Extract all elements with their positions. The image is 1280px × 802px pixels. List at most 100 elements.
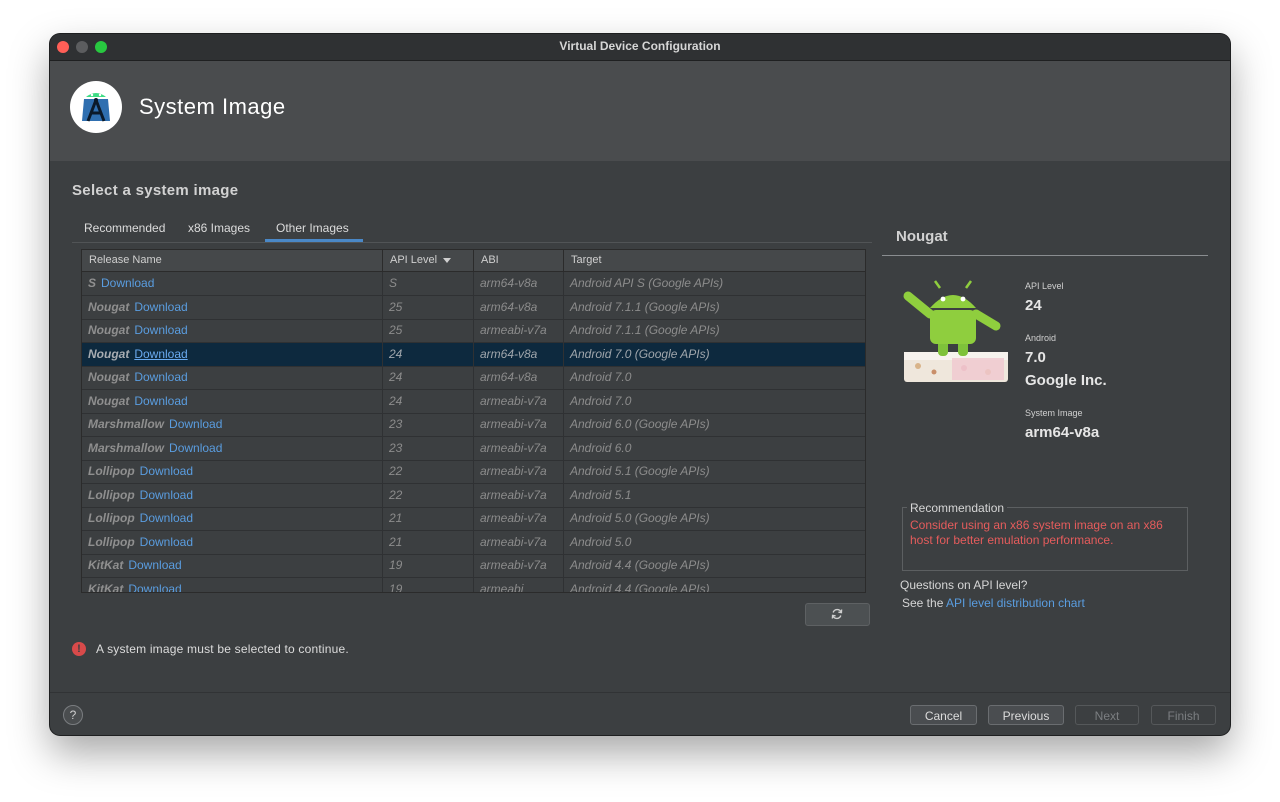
detail-divider xyxy=(882,255,1208,256)
target-cell: Android 5.0 xyxy=(570,534,632,549)
system-image-label: System Image xyxy=(1025,408,1083,418)
tab-recommended[interactable]: Recommended xyxy=(84,221,165,235)
table-row[interactable]: Nougat Download 24 arm64-v8a Android 7.0 xyxy=(82,366,865,390)
release-name-cell: Lollipop Download xyxy=(82,460,383,483)
finish-button[interactable]: Finish xyxy=(1151,705,1216,725)
abi-cell: armeabi-v7a xyxy=(474,507,564,530)
api-level-cell: S xyxy=(383,272,474,295)
download-link[interactable]: Download xyxy=(134,323,187,337)
table-row[interactable]: Nougat Download 25 armeabi-v7a Android 7.1.1… xyxy=(82,319,865,343)
release-name-cell: Lollipop Download xyxy=(82,483,383,507)
download-link[interactable]: Download xyxy=(101,276,154,290)
help-button[interactable]: ? xyxy=(63,705,83,725)
refresh-icon xyxy=(831,608,843,620)
table-row[interactable]: Nougat Download 25 arm64-v8a Android 7.1.1 (… xyxy=(82,295,865,320)
table-row[interactable]: Nougat Download 24 arm64-v8a Android 7.0 (Go… xyxy=(82,342,865,367)
release-name: Lollipop xyxy=(88,464,135,478)
error-message: A system image must be selected to conti… xyxy=(96,642,349,656)
api-level-cell: 25 xyxy=(383,295,474,319)
recommendation-title: Recommendation xyxy=(907,501,1008,515)
download-link[interactable]: Download xyxy=(140,535,193,549)
download-link[interactable]: Download xyxy=(134,347,187,361)
cancel-button[interactable]: Cancel xyxy=(910,705,977,725)
column-target[interactable]: Target xyxy=(564,250,865,271)
table-row[interactable]: Marshmallow Download 23 armeabi-v7a Android … xyxy=(82,436,865,461)
release-name-cell: KitKat Download xyxy=(82,554,383,577)
abi-cell: armeabi-v7a xyxy=(474,413,564,436)
api-level-cell: 22 xyxy=(383,483,474,507)
release-name: S xyxy=(88,276,97,290)
release-name-cell: Nougat Download xyxy=(82,295,383,319)
column-release-name[interactable]: Release Name xyxy=(82,250,383,271)
next-button[interactable]: Next xyxy=(1075,705,1139,725)
window-title: Virtual Device Configuration xyxy=(559,39,721,53)
release-name: Lollipop xyxy=(88,534,135,549)
download-link[interactable]: Download xyxy=(134,300,187,314)
target-cell: Android 5.0 (Google APIs) xyxy=(570,511,710,525)
download-link[interactable]: Download xyxy=(169,441,222,455)
download-link[interactable]: Download xyxy=(134,394,187,408)
release-name-cell: Marshmallow Download xyxy=(82,436,383,460)
table-row[interactable]: KitKat Download 19 armeabi-v7a Android 4.4 (… xyxy=(82,554,865,578)
see-the-text: See the API level distribution chart xyxy=(902,596,1085,610)
release-name: Nougat xyxy=(88,299,130,314)
refresh-button[interactable] xyxy=(805,603,870,626)
abi-cell: armeabi-v7a xyxy=(474,483,564,507)
vendor-value: Google Inc. xyxy=(1025,372,1107,389)
section-title: Select a system image xyxy=(72,182,239,199)
abi-cell: armeabi-v7a xyxy=(474,530,564,554)
download-link[interactable]: Download xyxy=(128,582,181,593)
target-cell: Android 5.1 (Google APIs) xyxy=(570,464,710,478)
download-link[interactable]: Download xyxy=(140,464,193,478)
table-row[interactable]: Lollipop Download 21 armeabi-v7a Android 5.0… xyxy=(82,507,865,531)
api-level-cell: 25 xyxy=(383,319,474,342)
previous-button[interactable]: Previous xyxy=(988,705,1064,725)
table-row[interactable]: Lollipop Download 21 armeabi-v7a Android 5.0 xyxy=(82,530,865,555)
target-cell: Android 6.0 (Google APIs) xyxy=(570,417,710,431)
download-link[interactable]: Download xyxy=(169,417,222,431)
error-icon: ! xyxy=(72,642,86,656)
release-name-cell: Nougat Download xyxy=(82,366,383,389)
release-name: Marshmallow xyxy=(88,440,165,455)
system-image-table[interactable]: Release Name API Level ABI Target S Downl… xyxy=(81,249,866,593)
abi-cell: arm64-v8a xyxy=(474,295,564,319)
system-image-value: arm64-v8a xyxy=(1025,424,1100,441)
api-questions-text: Questions on API level? xyxy=(900,578,1028,592)
api-level-cell: 24 xyxy=(383,389,474,413)
column-api-level[interactable]: API Level xyxy=(383,250,474,271)
download-link[interactable]: Download xyxy=(140,511,193,525)
table-header: Release Name API Level ABI Target xyxy=(82,250,865,272)
tab-other-images[interactable]: Other Images xyxy=(276,221,349,235)
target-cell: Android 6.0 xyxy=(570,440,632,455)
api-level-cell: 24 xyxy=(383,366,474,389)
target-cell: Android 4.4 (Google APIs) xyxy=(570,558,710,572)
table-row[interactable]: KitKat Download 19 armeabi Android 4.4 (Goog… xyxy=(82,577,865,593)
abi-cell: armeabi-v7a xyxy=(474,460,564,483)
download-link[interactable]: Download xyxy=(140,488,193,502)
download-link[interactable]: Download xyxy=(134,370,187,384)
detail-title: Nougat xyxy=(896,228,948,245)
api-distribution-chart-link[interactable]: API level distribution chart xyxy=(946,596,1085,610)
download-link[interactable]: Download xyxy=(128,558,181,572)
api-level-cell: 19 xyxy=(383,554,474,577)
column-abi[interactable]: ABI xyxy=(474,250,564,271)
target-cell: Android 7.1.1 (Google APIs) xyxy=(570,323,720,337)
release-name: Nougat xyxy=(88,323,130,337)
table-row[interactable]: Nougat Download 24 armeabi-v7a Android 7.0 xyxy=(82,389,865,414)
tab-x86-images[interactable]: x86 Images xyxy=(188,221,250,235)
api-level-cell: 19 xyxy=(383,577,474,592)
abi-cell: armeabi-v7a xyxy=(474,319,564,342)
release-name: KitKat xyxy=(88,558,124,572)
table-row[interactable]: Marshmallow Download 23 armeabi-v7a Android … xyxy=(82,413,865,437)
target-cell: Android API S (Google APIs) xyxy=(570,276,724,290)
api-level-cell: 21 xyxy=(383,507,474,530)
target-cell: Android 7.0 xyxy=(570,370,632,384)
table-row[interactable]: S Download Sarm64-v8a Android API S (Google… xyxy=(82,272,865,296)
wizard-footer: ? Cancel Previous Next Finish xyxy=(50,692,1230,735)
release-name-cell: Nougat Download xyxy=(82,319,383,342)
release-name-cell: Nougat Download xyxy=(82,389,383,413)
table-row[interactable]: Lollipop Download 22 armeabi-v7a Android 5.1 xyxy=(82,483,865,508)
release-name: Lollipop xyxy=(88,511,135,525)
target-cell: Android 5.1 xyxy=(570,487,632,502)
table-row[interactable]: Lollipop Download 22 armeabi-v7a Android 5.1… xyxy=(82,460,865,484)
